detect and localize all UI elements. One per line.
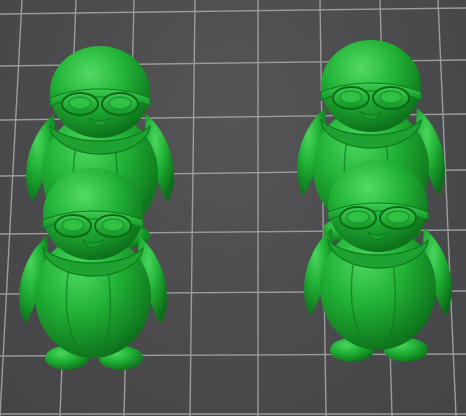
3d-build-plate-viewport[interactable]	[0, 0, 466, 416]
penguin-model-front-right[interactable]	[0, 0, 466, 416]
